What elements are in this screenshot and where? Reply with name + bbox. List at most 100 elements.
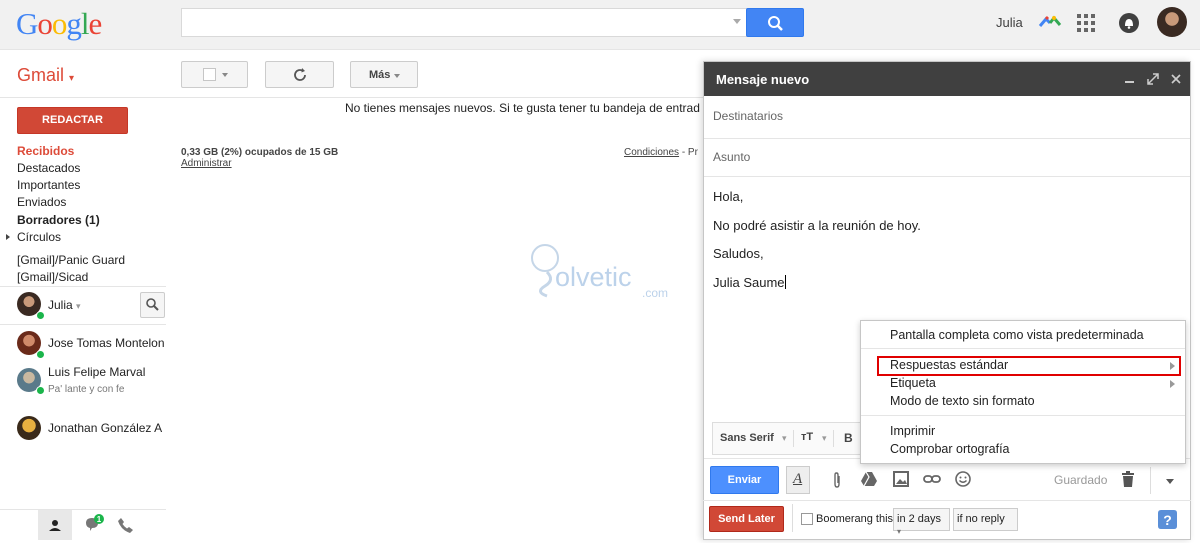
popout-icon[interactable] bbox=[1147, 73, 1159, 85]
contact-avatar[interactable] bbox=[17, 416, 41, 440]
subject-field[interactable]: Asunto bbox=[713, 150, 750, 164]
footer-separator: - Pr bbox=[679, 147, 698, 158]
nav-item-panic-guard[interactable]: [Gmail]/Panic Guard bbox=[17, 253, 125, 267]
compose-more-options-menu: Pantalla completa como vista predetermin… bbox=[860, 320, 1186, 464]
nav-item-sent[interactable]: Enviados bbox=[17, 195, 66, 209]
chat-contact-name[interactable]: Jonathan González A bbox=[48, 421, 166, 435]
hangouts-icon[interactable]: 1 bbox=[82, 514, 106, 536]
phone-icon[interactable] bbox=[117, 516, 135, 534]
chat-contact-name[interactable]: Luis Felipe Marval bbox=[48, 365, 145, 379]
divider bbox=[792, 504, 793, 532]
chat-self-name: Julia bbox=[48, 298, 73, 312]
search-options-dropdown-icon[interactable] bbox=[733, 19, 741, 24]
nav-item-important[interactable]: Importantes bbox=[17, 178, 80, 192]
boomerang-checkbox[interactable] bbox=[801, 513, 813, 525]
text-format-icon: A bbox=[793, 471, 803, 487]
divider bbox=[704, 176, 1190, 177]
boomerang-label: Boomerang this bbox=[816, 513, 894, 525]
help-icon[interactable]: ? bbox=[1158, 510, 1177, 529]
minimize-icon[interactable] bbox=[1125, 81, 1134, 83]
terms-link[interactable]: Condiciones bbox=[624, 147, 679, 158]
menu-item-fullscreen-default[interactable]: Pantalla completa como vista predetermin… bbox=[890, 328, 1144, 342]
notifications-bell-icon[interactable] bbox=[1119, 13, 1139, 33]
google-plus-share-icon[interactable] bbox=[1038, 12, 1062, 32]
menu-item-print[interactable]: Imprimir bbox=[890, 424, 935, 438]
chat-self-status[interactable]: Julia ▾ bbox=[48, 298, 81, 312]
select-checkbox-button[interactable] bbox=[181, 61, 248, 88]
menu-item-plain-text-mode[interactable]: Modo de texto sin formato bbox=[890, 394, 1035, 408]
condition-value: if no reply bbox=[957, 513, 1005, 525]
menu-item-label[interactable]: Etiqueta bbox=[890, 376, 936, 390]
signature-text: Julia Saume bbox=[713, 275, 785, 290]
insert-photo-icon[interactable] bbox=[893, 471, 909, 487]
body-line[interactable]: Saludos, bbox=[713, 246, 764, 261]
search-icon bbox=[768, 16, 783, 31]
formatting-toolbar: Sans Serif ▾ ᴛT ▾ B bbox=[712, 422, 862, 455]
insert-link-icon[interactable] bbox=[923, 474, 941, 484]
chevron-down-icon: ▾ bbox=[897, 527, 902, 536]
more-button[interactable]: Más bbox=[350, 61, 418, 88]
attach-icon[interactable] bbox=[830, 471, 844, 489]
chat-contact-name[interactable]: Jose Tomas Montelon bbox=[48, 336, 166, 350]
delay-value: in 2 days bbox=[897, 513, 942, 525]
send-later-button[interactable]: Send Later bbox=[709, 506, 784, 532]
recipients-field[interactable]: Destinatarios bbox=[713, 109, 783, 123]
checkbox-icon bbox=[203, 68, 216, 81]
manage-storage-link[interactable]: Administrar bbox=[181, 158, 232, 169]
search-input[interactable] bbox=[181, 8, 750, 37]
contacts-tab[interactable] bbox=[38, 510, 72, 540]
drive-icon[interactable] bbox=[861, 472, 877, 486]
expand-arrow-icon[interactable] bbox=[6, 234, 10, 240]
storage-usage: 0,33 GB (2%) ocupados de 15 GB bbox=[181, 147, 339, 158]
more-options-button[interactable] bbox=[1150, 467, 1186, 494]
send-button[interactable]: Enviar bbox=[710, 466, 779, 494]
divider bbox=[793, 430, 794, 447]
refresh-icon bbox=[294, 68, 306, 81]
chevron-down-icon bbox=[222, 73, 228, 77]
close-icon[interactable] bbox=[1171, 74, 1181, 84]
divider bbox=[703, 500, 1191, 501]
chat-contact-status: Pa' lante y con fe bbox=[48, 384, 125, 395]
nav-item-starred[interactable]: Destacados bbox=[17, 161, 80, 175]
footer-links: Condiciones - Pr bbox=[624, 147, 698, 158]
top-bar: Google Julia bbox=[0, 0, 1200, 50]
boomerang-condition-select[interactable]: if no reply bbox=[953, 508, 1018, 531]
apps-grid-icon[interactable] bbox=[1077, 14, 1095, 32]
chat-search-button[interactable] bbox=[140, 292, 165, 318]
nav-item-circles[interactable]: Círculos bbox=[17, 230, 61, 244]
chevron-down-icon: ▾ bbox=[822, 433, 827, 443]
divider bbox=[0, 286, 166, 287]
body-line[interactable]: Julia Saume bbox=[713, 275, 786, 290]
account-avatar[interactable] bbox=[1157, 7, 1187, 37]
nav-item-drafts[interactable]: Borradores (1) bbox=[17, 213, 100, 227]
watermark-text: olvetic bbox=[555, 262, 632, 292]
boomerang-delay-select[interactable]: in 2 days ▾ bbox=[893, 508, 950, 536]
search-icon bbox=[146, 298, 159, 311]
nav-item-inbox[interactable]: Recibidos bbox=[17, 144, 74, 158]
nav-item-sicad[interactable]: [Gmail]/Sicad bbox=[17, 270, 88, 284]
divider bbox=[0, 509, 166, 510]
user-name[interactable]: Julia bbox=[996, 15, 1023, 30]
text-cursor bbox=[784, 275, 786, 289]
gmail-menu[interactable]: Gmail ▾ bbox=[17, 65, 74, 86]
font-size-icon[interactable]: ᴛT bbox=[801, 431, 813, 443]
compose-header[interactable]: Mensaje nuevo bbox=[704, 62, 1190, 96]
font-family-select[interactable]: Sans Serif bbox=[720, 432, 774, 444]
saved-status: Guardado bbox=[1054, 473, 1108, 487]
chevron-down-icon bbox=[1166, 479, 1174, 484]
divider bbox=[0, 324, 166, 325]
compose-button[interactable]: REDACTAR bbox=[17, 107, 128, 134]
compose-title: Mensaje nuevo bbox=[716, 72, 810, 87]
body-line[interactable]: No podré asistir a la reunión de hoy. bbox=[713, 218, 921, 233]
search-button[interactable] bbox=[746, 8, 804, 37]
menu-item-spell-check[interactable]: Comprobar ortografía bbox=[890, 442, 1010, 456]
online-status-icon bbox=[36, 386, 45, 395]
chevron-down-icon bbox=[394, 74, 400, 78]
formatting-toggle-button[interactable]: A bbox=[786, 466, 810, 494]
body-line[interactable]: Hola, bbox=[713, 189, 743, 204]
google-logo[interactable]: Google bbox=[16, 6, 102, 42]
trash-icon[interactable] bbox=[1121, 471, 1135, 487]
bold-icon[interactable]: B bbox=[844, 431, 853, 445]
refresh-button[interactable] bbox=[265, 61, 334, 88]
emoji-icon[interactable] bbox=[955, 471, 971, 487]
